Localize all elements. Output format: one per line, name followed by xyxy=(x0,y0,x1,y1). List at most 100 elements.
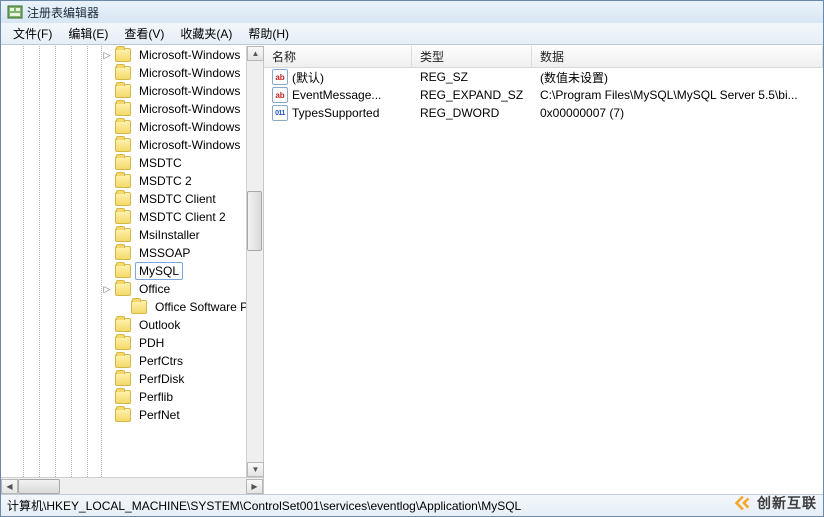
expander-icon[interactable] xyxy=(101,67,113,79)
menu-view[interactable]: 查看(V) xyxy=(116,23,172,44)
folder-icon xyxy=(115,48,131,62)
tree-node[interactable]: Microsoft-Windows xyxy=(1,136,263,154)
tree-node-label: Perflib xyxy=(135,388,177,406)
scroll-track-horizontal[interactable] xyxy=(18,479,246,494)
expander-icon[interactable] xyxy=(101,211,113,223)
tree-node[interactable]: MySQL xyxy=(1,262,263,280)
scroll-thumb-horizontal[interactable] xyxy=(18,479,60,494)
folder-icon xyxy=(131,300,147,314)
tree-node[interactable]: MSDTC Client xyxy=(1,190,263,208)
expander-icon[interactable] xyxy=(101,103,113,115)
expander-icon[interactable] xyxy=(101,85,113,97)
tree-node-label: MSDTC Client 2 xyxy=(135,208,230,226)
tree-node-label: Microsoft-Windows xyxy=(135,46,244,64)
scroll-up-button[interactable]: ▲ xyxy=(247,46,264,61)
scroll-track-vertical[interactable] xyxy=(247,61,263,462)
expander-icon[interactable] xyxy=(101,373,113,385)
scroll-left-button[interactable]: ◀ xyxy=(1,479,18,494)
expander-icon[interactable] xyxy=(101,319,113,331)
expander-icon[interactable] xyxy=(101,391,113,403)
folder-icon xyxy=(115,102,131,116)
scroll-down-button[interactable]: ▼ xyxy=(247,462,264,477)
expander-icon[interactable] xyxy=(101,247,113,259)
folder-icon xyxy=(115,228,131,242)
tree-body[interactable]: ▷Microsoft-WindowsMicrosoft-WindowsMicro… xyxy=(1,46,263,477)
tree-node-label: PDH xyxy=(135,334,168,352)
value-type: REG_SZ xyxy=(412,70,532,84)
folder-icon xyxy=(115,156,131,170)
tree-node[interactable]: Microsoft-Windows xyxy=(1,118,263,136)
expander-icon[interactable] xyxy=(101,409,113,421)
value-data: C:\Program Files\MySQL\MySQL Server 5.5\… xyxy=(532,88,823,102)
tree-node[interactable]: Office Software Pro xyxy=(1,298,263,316)
tree-node[interactable]: PDH xyxy=(1,334,263,352)
tree-node[interactable]: Microsoft-Windows xyxy=(1,64,263,82)
folder-icon xyxy=(115,372,131,386)
expander-icon[interactable]: ▷ xyxy=(101,49,113,61)
tree-node[interactable]: PerfCtrs xyxy=(1,352,263,370)
tree-node[interactable]: Outlook xyxy=(1,316,263,334)
column-header-type[interactable]: 类型 xyxy=(412,46,532,67)
folder-icon xyxy=(115,120,131,134)
expander-icon[interactable] xyxy=(101,139,113,151)
list-row[interactable]: abEventMessage...REG_EXPAND_SZC:\Program… xyxy=(264,86,823,104)
expander-icon[interactable] xyxy=(101,157,113,169)
expander-icon[interactable] xyxy=(101,229,113,241)
expander-icon[interactable] xyxy=(101,265,113,277)
watermark: 创新互联 xyxy=(731,492,817,514)
tree-node-label: MSSOAP xyxy=(135,244,194,262)
tree-node-label: Microsoft-Windows xyxy=(135,100,244,118)
list-header: 名称 类型 数据 xyxy=(264,46,823,68)
list-row[interactable]: 011TypesSupportedREG_DWORD0x00000007 (7) xyxy=(264,104,823,122)
menubar: 文件(F) 编辑(E) 查看(V) 收藏夹(A) 帮助(H) xyxy=(1,23,823,45)
client-area: ▷Microsoft-WindowsMicrosoft-WindowsMicro… xyxy=(1,45,823,494)
expander-icon[interactable]: ▷ xyxy=(101,283,113,295)
value-data: (数值未设置) xyxy=(532,69,823,86)
tree-node[interactable]: MSDTC xyxy=(1,154,263,172)
titlebar[interactable]: 注册表编辑器 xyxy=(1,1,823,23)
expander-icon[interactable] xyxy=(101,193,113,205)
tree-vertical-scrollbar[interactable]: ▲ ▼ xyxy=(246,46,263,477)
tree-node[interactable]: ▷Office xyxy=(1,280,263,298)
expander-icon[interactable] xyxy=(117,301,129,313)
tree-node[interactable]: MsiInstaller xyxy=(1,226,263,244)
status-path: 计算机\HKEY_LOCAL_MACHINE\SYSTEM\ControlSet… xyxy=(7,497,521,514)
list-body[interactable]: ab(默认) REG_SZ(数值未设置)abEventMessage...REG_… xyxy=(264,68,823,494)
tree-horizontal-scrollbar[interactable]: ◀ ▶ xyxy=(1,477,263,494)
tree-node[interactable]: MSDTC 2 xyxy=(1,172,263,190)
string-value-icon: ab xyxy=(272,87,288,103)
scroll-right-button[interactable]: ▶ xyxy=(246,479,263,494)
tree-node[interactable]: MSDTC Client 2 xyxy=(1,208,263,226)
folder-icon xyxy=(115,318,131,332)
tree-node[interactable]: Perflib xyxy=(1,388,263,406)
menu-favorites[interactable]: 收藏夹(A) xyxy=(172,23,240,44)
value-name: TypesSupported xyxy=(292,106,379,120)
tree-node[interactable]: PerfDisk xyxy=(1,370,263,388)
tree-node[interactable]: MSSOAP xyxy=(1,244,263,262)
tree-node[interactable]: Microsoft-Windows xyxy=(1,100,263,118)
column-header-data[interactable]: 数据 xyxy=(532,46,823,67)
expander-icon[interactable] xyxy=(101,175,113,187)
expander-icon[interactable] xyxy=(101,121,113,133)
tree-pane: ▷Microsoft-WindowsMicrosoft-WindowsMicro… xyxy=(1,46,264,494)
tree-node-label: Microsoft-Windows xyxy=(135,64,244,82)
tree-node[interactable]: ▷ Microsoft-Windows xyxy=(1,46,263,64)
tree-node-label: MSDTC Client xyxy=(135,190,220,208)
folder-icon xyxy=(115,210,131,224)
menu-edit[interactable]: 编辑(E) xyxy=(60,23,116,44)
scroll-thumb-vertical[interactable] xyxy=(247,191,262,251)
tree-node[interactable]: PerfNet xyxy=(1,406,263,424)
menu-help[interactable]: 帮助(H) xyxy=(240,23,297,44)
column-header-name[interactable]: 名称 xyxy=(264,46,412,67)
tree-node-label: Microsoft-Windows xyxy=(135,136,244,154)
expander-icon[interactable] xyxy=(101,337,113,349)
menu-file[interactable]: 文件(F) xyxy=(5,23,60,44)
value-type: REG_DWORD xyxy=(412,106,532,120)
list-row[interactable]: ab(默认)REG_SZ(数值未设置) xyxy=(264,68,823,86)
folder-icon xyxy=(115,84,131,98)
value-name: (默认) xyxy=(292,69,324,86)
folder-icon xyxy=(115,264,131,278)
folder-icon xyxy=(115,192,131,206)
tree-node[interactable]: Microsoft-Windows xyxy=(1,82,263,100)
expander-icon[interactable] xyxy=(101,355,113,367)
